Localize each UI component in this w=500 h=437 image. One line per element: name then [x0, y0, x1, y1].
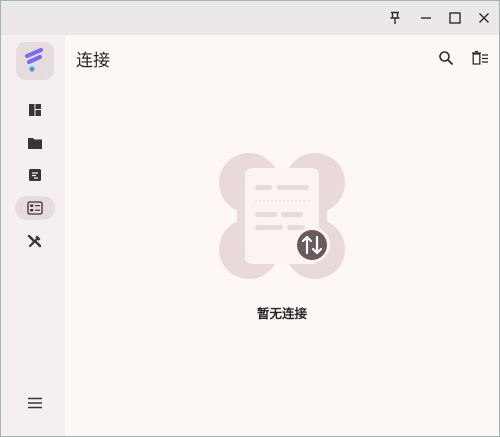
tools-icon [27, 234, 42, 248]
layout-icon [29, 104, 41, 116]
main-content: 连接 暂无连接 [65, 35, 499, 436]
menu-icon [28, 397, 42, 409]
sidebar-item-dashboard[interactable] [15, 98, 55, 122]
folder-icon [28, 138, 42, 149]
delete-list-icon [472, 50, 488, 65]
maximize-icon [449, 12, 461, 24]
title-bar [1, 1, 499, 35]
logo-icon [25, 48, 43, 72]
close-button[interactable] [471, 6, 497, 30]
pin-button[interactable] [382, 6, 408, 30]
sidebar-item-scripts[interactable] [15, 163, 55, 187]
maximize-button[interactable] [442, 6, 468, 30]
clear-list-button[interactable] [469, 47, 491, 69]
sidebar-item-tools[interactable] [15, 229, 55, 253]
connections-icon [27, 201, 43, 215]
app-logo [16, 42, 54, 80]
empty-state-message: 暂无连接 [256, 306, 307, 321]
sidebar [1, 35, 65, 436]
close-icon [479, 13, 489, 23]
empty-state-illustration [219, 153, 345, 279]
script-icon [29, 169, 41, 181]
menu-button[interactable] [15, 391, 55, 415]
pin-icon [390, 11, 400, 24]
minimize-button[interactable] [413, 6, 439, 30]
search-icon [439, 51, 454, 66]
sidebar-item-connections[interactable] [15, 196, 55, 220]
sidebar-item-files[interactable] [15, 131, 55, 155]
search-button[interactable] [435, 47, 457, 69]
minimize-icon [421, 17, 431, 19]
page-title: 连接 [76, 51, 110, 71]
app-window: 连接 暂无连接 [0, 0, 500, 437]
